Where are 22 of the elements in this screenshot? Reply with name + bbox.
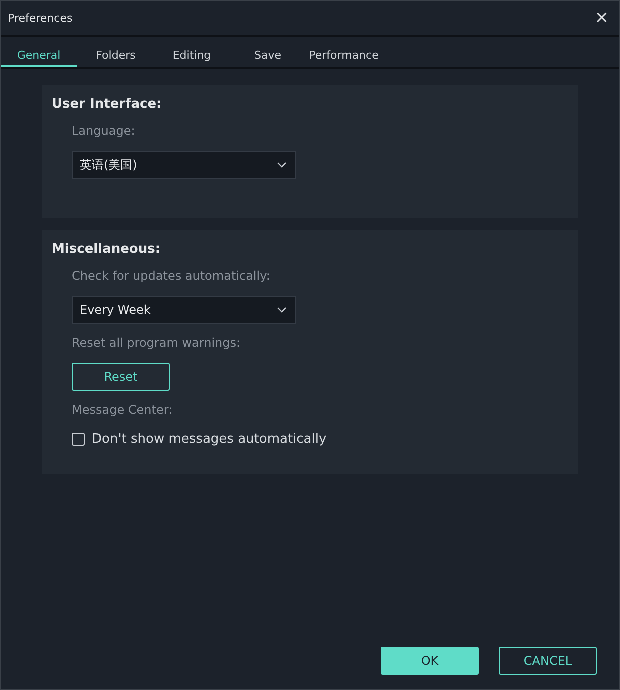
tab[interactable]: Performance	[307, 45, 381, 67]
window-title: Preferences	[8, 12, 73, 24]
section-title: Miscellaneous:	[52, 242, 161, 257]
cancel-button[interactable]: CANCEL	[499, 647, 597, 675]
tab[interactable]: General	[1, 45, 77, 67]
field-label: Language:	[72, 124, 136, 138]
checkbox-label[interactable]: Don't show messages automatically	[92, 432, 327, 447]
tab[interactable]: Save	[229, 45, 307, 67]
ok-button[interactable]: OK	[381, 647, 479, 675]
reset-button[interactable]: Reset	[72, 363, 170, 391]
section-title: User Interface:	[52, 97, 162, 112]
close-button[interactable]: ×	[592, 8, 611, 28]
chevron-icon	[277, 307, 287, 313]
field-label: Reset all program warnings:	[72, 336, 241, 350]
tab[interactable]: Editing	[155, 45, 229, 67]
dropdown[interactable]: Every Week	[72, 296, 296, 324]
dropdown[interactable]: 英语(美国)	[72, 151, 296, 179]
field-label: Message Center:	[72, 403, 173, 417]
field-label: Check for updates automatically:	[72, 269, 270, 283]
chevron-icon	[277, 162, 287, 168]
tab[interactable]: Folders	[77, 45, 155, 67]
checkbox[interactable]	[72, 433, 85, 446]
